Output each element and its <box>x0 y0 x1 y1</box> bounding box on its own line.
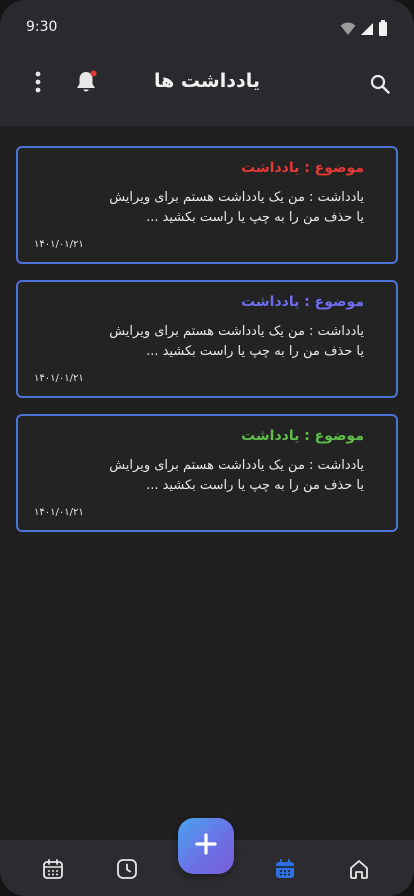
note-title: موضوع : یادداشت <box>241 294 364 310</box>
notes-list: موضوع : یادداشت یادداشت : من یک یادداشت … <box>16 146 398 548</box>
battery-icon <box>378 20 388 40</box>
note-card[interactable]: موضوع : یادداشت یادداشت : من یک یادداشت … <box>16 414 398 532</box>
calendar-grid-icon[interactable] <box>39 855 67 883</box>
note-date: ۱۴۰۱/۰۱/۲۱ <box>34 373 84 384</box>
note-title: موضوع : یادداشت <box>241 160 364 176</box>
status-bar: 9:30 <box>0 0 414 56</box>
app-bar: یادداشت ها <box>0 56 414 126</box>
status-time: 9:30 <box>26 19 58 35</box>
note-title: موضوع : یادداشت <box>241 428 364 444</box>
note-card[interactable]: موضوع : یادداشت یادداشت : من یک یادداشت … <box>16 280 398 398</box>
clock-icon[interactable] <box>113 855 141 883</box>
search-icon[interactable] <box>368 72 392 96</box>
note-body-line: یادداشت : من یک یادداشت هستم برای ویرایش <box>109 324 364 339</box>
add-note-button[interactable] <box>178 818 234 874</box>
status-icons <box>340 20 388 40</box>
note-body-line: یا حذف من را به چپ یا راست بکشید ... <box>146 210 364 225</box>
page-title: یادداشت ها <box>153 70 260 92</box>
note-body: یادداشت : من یک یادداشت هستم برای ویرایش… <box>44 188 364 228</box>
home-icon[interactable] <box>345 855 373 883</box>
calendar-active-icon[interactable] <box>271 855 299 883</box>
wifi-icon <box>340 21 356 40</box>
note-body-line: یا حذف من را به چپ یا راست بکشید ... <box>146 344 364 359</box>
note-body-line: یادداشت : من یک یادداشت هستم برای ویرایش <box>109 458 364 473</box>
note-body: یادداشت : من یک یادداشت هستم برای ویرایش… <box>44 456 364 496</box>
signal-icon <box>360 21 374 40</box>
note-date: ۱۴۰۱/۰۱/۲۱ <box>34 507 84 518</box>
note-body-line: یا حذف من را به چپ یا راست بکشید ... <box>146 478 364 493</box>
note-date: ۱۴۰۱/۰۱/۲۱ <box>34 239 84 250</box>
note-card[interactable]: موضوع : یادداشت یادداشت : من یک یادداشت … <box>16 146 398 264</box>
note-body-line: یادداشت : من یک یادداشت هستم برای ویرایش <box>109 190 364 205</box>
phone-screen: 9:30 یادداشت ها موضوع: یادداشت یادداشت … <box>0 0 414 896</box>
note-body: یادداشت : من یک یادداشت هستم برای ویرایش… <box>44 322 364 362</box>
plus-icon <box>194 832 218 860</box>
